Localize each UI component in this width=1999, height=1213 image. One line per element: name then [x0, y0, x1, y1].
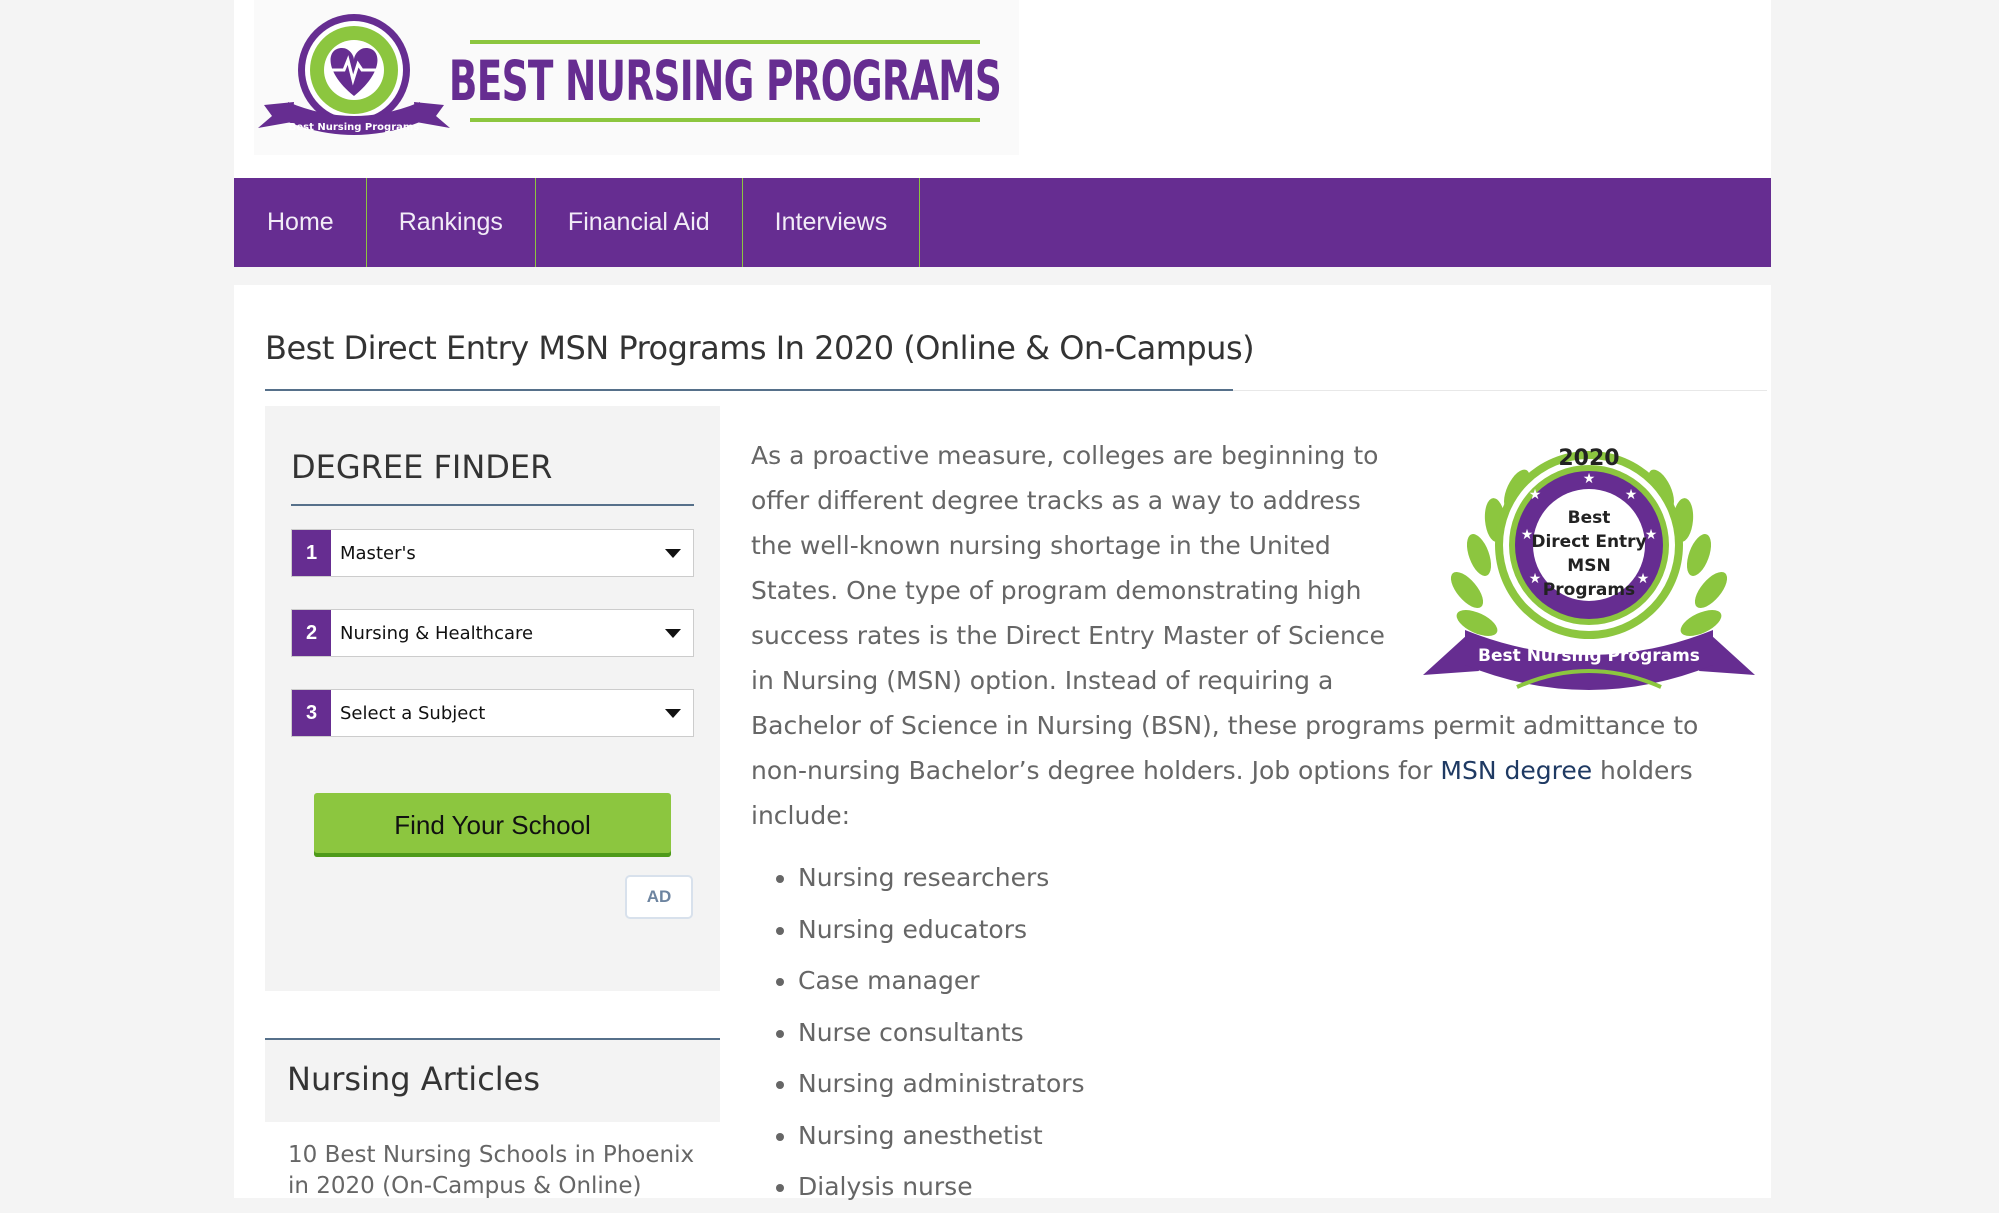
award-line-1: Best [1568, 508, 1611, 528]
heart-badge-icon: Best Nursing Programs [258, 14, 450, 135]
find-your-school-button[interactable]: Find Your School [314, 793, 671, 857]
list-item: Nursing educators [798, 904, 1741, 956]
award-ribbon-text: Best Nursing Programs [1478, 646, 1700, 666]
page-title: Best Direct Entry MSN Programs In 2020 (… [265, 329, 1255, 367]
main-nav: Home Rankings Financial Aid Interviews [234, 178, 1771, 267]
list-item: Nursing administrators [798, 1058, 1741, 1110]
list-item: Dialysis nurse [798, 1161, 1741, 1213]
nav-item-rankings[interactable]: Rankings [367, 178, 536, 267]
list-item: Nurse consultants [798, 1007, 1741, 1059]
list-item: Nursing anesthetist [798, 1110, 1741, 1162]
site-header: Best Nursing Programs BEST NURSING PROGR… [234, 0, 1771, 178]
list-item: Nursing researchers [798, 852, 1741, 904]
svg-text:★: ★ [1625, 487, 1638, 503]
award-badge-icon: ★★★ ★★★ ★ 2020 Best Direct Entry MSN Pro… [1423, 446, 1755, 690]
select-value: Select a Subject [340, 702, 486, 724]
nav-item-financial-aid[interactable]: Financial Aid [536, 178, 743, 267]
svg-text:★: ★ [1529, 571, 1542, 587]
award-line-3: MSN [1567, 556, 1610, 576]
nursing-articles-header: Nursing Articles [265, 1040, 720, 1122]
list-item: Case manager [798, 955, 1741, 1007]
degree-level-select[interactable]: 1 Master's [291, 529, 694, 577]
chevron-down-icon [665, 548, 681, 558]
svg-text:★: ★ [1529, 487, 1542, 503]
select-value: Master's [340, 542, 416, 564]
degree-finder-divider [291, 504, 694, 506]
degree-finder-title: DEGREE FINDER [291, 448, 553, 486]
step-number: 1 [292, 530, 331, 576]
main-content: Best Direct Entry MSN Programs In 2020 (… [234, 285, 1771, 1201]
site-name: BEST NURSING PROGRAMS [449, 40, 1002, 122]
ad-badge[interactable]: AD [625, 875, 693, 919]
msn-degree-link[interactable]: MSN degree [1440, 756, 1592, 785]
article-link[interactable]: 10 Best Nursing Schools in Phoenix in 20… [288, 1140, 708, 1202]
nav-item-interviews[interactable]: Interviews [743, 178, 921, 267]
category-select[interactable]: 2 Nursing & Healthcare [291, 609, 694, 657]
badge-text: Best Nursing Programs [289, 122, 420, 133]
svg-text:★: ★ [1583, 471, 1596, 487]
nav-item-home[interactable]: Home [234, 178, 367, 267]
step-number: 3 [292, 690, 331, 736]
award-line-2: Direct Entry [1531, 532, 1646, 552]
chevron-down-icon [665, 628, 681, 638]
chevron-down-icon [665, 708, 681, 718]
degree-finder: DEGREE FINDER 1 Master's 2 Nursing & Hea… [265, 406, 720, 991]
subject-select[interactable]: 3 Select a Subject [291, 689, 694, 737]
site-logo[interactable]: Best Nursing Programs BEST NURSING PROGR… [254, 0, 1019, 155]
select-value: Nursing & Healthcare [340, 622, 534, 644]
page: Best Nursing Programs BEST NURSING PROGR… [0, 0, 1999, 1201]
award-year: 2020 [1558, 446, 1619, 471]
article-body: ★ ★ ★ ★ ★ ★ ★ 2020 Best Direct Entry MSN Pro… [751, 433, 1755, 1213]
nursing-articles-title: Nursing Articles [287, 1060, 541, 1098]
step-number: 2 [292, 610, 331, 656]
svg-text:★: ★ [1637, 571, 1650, 587]
award-line-4: Programs [1543, 580, 1635, 600]
site-name-text: BEST NURSING PROGRAMS [448, 49, 1002, 113]
title-underline [265, 389, 1233, 391]
job-options-list: Nursing researchers Nursing educators Ca… [751, 852, 1741, 1213]
